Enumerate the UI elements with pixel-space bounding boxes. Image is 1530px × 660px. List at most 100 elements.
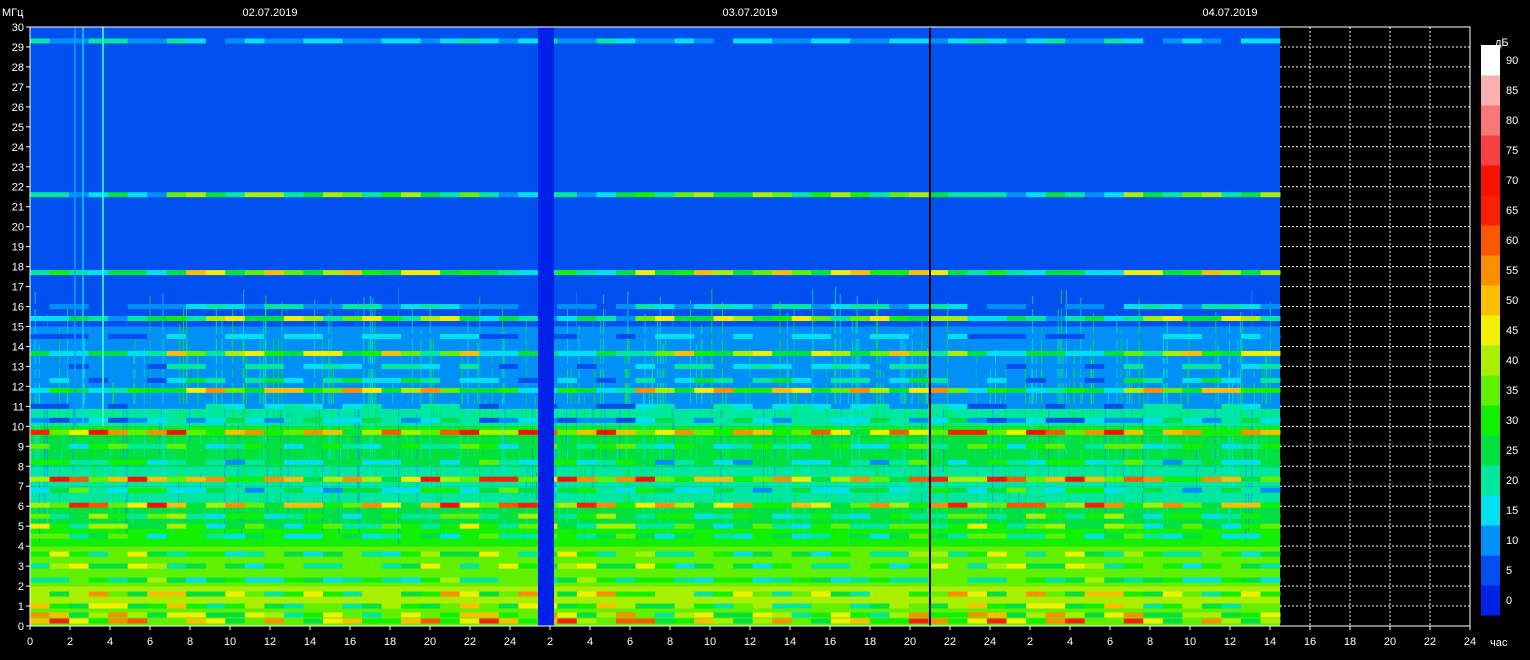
signal-band-segment xyxy=(655,502,676,508)
signal-band-segment xyxy=(889,333,910,339)
signal-band-segment xyxy=(362,591,383,597)
x-tick-label: 20 xyxy=(1384,636,1396,648)
signal-band-segment xyxy=(440,487,461,493)
signal-band-segment xyxy=(1201,417,1222,423)
signal-band-segment xyxy=(49,513,70,519)
signal-band-segment xyxy=(576,591,597,597)
signal-band-segment xyxy=(1162,429,1183,435)
signal-band-segment xyxy=(401,487,422,493)
signal-band-segment xyxy=(108,459,129,465)
signal-band-segment xyxy=(1260,618,1281,624)
signal-band-segment xyxy=(713,350,734,356)
signal-band-segment xyxy=(49,192,70,198)
signal-band-segment xyxy=(1045,533,1066,539)
signal-band-segment xyxy=(967,591,988,597)
signal-band-segment xyxy=(459,603,480,609)
signal-band-segment xyxy=(752,377,773,383)
signal-band-segment xyxy=(49,612,70,618)
signal-band-segment xyxy=(264,417,285,423)
signal-band-segment xyxy=(928,377,949,383)
signal-band-segment xyxy=(381,417,402,423)
signal-band-segment xyxy=(947,38,968,44)
signal-band-segment xyxy=(108,612,129,618)
signal-band-segment xyxy=(752,316,773,322)
signal-band-segment xyxy=(1065,603,1086,609)
signal-band-segment xyxy=(947,403,968,409)
signal-band-segment xyxy=(947,459,968,465)
signal-band-segment xyxy=(225,350,246,356)
signal-band-segment xyxy=(1201,443,1222,449)
signal-band-segment xyxy=(987,591,1008,597)
colorbar-swatch xyxy=(1481,495,1500,526)
signal-band-segment xyxy=(733,38,754,44)
signal-band-segment xyxy=(1123,523,1144,529)
signal-band-segment xyxy=(322,429,343,435)
signal-band-segment xyxy=(205,603,226,609)
signal-band-segment xyxy=(518,551,539,557)
signal-band-segment xyxy=(850,377,871,383)
signal-band-segment xyxy=(342,459,363,465)
signal-band-segment xyxy=(342,591,363,597)
signal-band-segment xyxy=(752,363,773,369)
signal-band-segment xyxy=(733,513,754,519)
signal-band-segment xyxy=(850,38,871,44)
signal-band-segment xyxy=(69,350,90,356)
signal-band-segment xyxy=(362,192,383,198)
signal-band-segment xyxy=(596,443,617,449)
interference-streak xyxy=(1008,465,1010,532)
colorbar-swatch xyxy=(1481,105,1500,136)
signal-band-segment xyxy=(1260,563,1281,569)
signal-band-segment xyxy=(811,513,832,519)
interference-streak xyxy=(459,431,461,478)
signal-band-segment xyxy=(752,270,773,276)
signal-band-segment xyxy=(30,350,51,356)
signal-band-segment xyxy=(733,618,754,624)
signal-band-segment xyxy=(694,387,715,393)
signal-band-segment xyxy=(1045,350,1066,356)
signal-band-segment xyxy=(1123,577,1144,583)
signal-band-segment xyxy=(479,304,500,310)
signal-band-segment xyxy=(459,304,480,310)
date-label: 04.07.2019 xyxy=(1202,7,1257,19)
x-tick-label: 12 xyxy=(264,636,276,648)
interference-streak xyxy=(1091,359,1093,520)
signal-band-segment xyxy=(811,403,832,409)
signal-band-segment xyxy=(303,563,324,569)
signal-band-segment xyxy=(1026,270,1047,276)
signal-band-segment xyxy=(615,429,636,435)
signal-band-segment xyxy=(908,350,929,356)
interference-streak xyxy=(989,367,991,487)
signal-band-segment xyxy=(908,403,929,409)
signal-band-segment xyxy=(576,316,597,322)
signal-band-segment xyxy=(655,333,676,339)
signal-band-segment xyxy=(479,563,500,569)
signal-band-segment xyxy=(1162,350,1183,356)
signal-band-segment xyxy=(88,363,109,369)
signal-band-segment xyxy=(908,192,929,198)
signal-band-segment xyxy=(967,443,988,449)
signal-band-segment xyxy=(205,192,226,198)
signal-band-segment xyxy=(1162,270,1183,276)
signal-band-segment xyxy=(1123,387,1144,393)
signal-band-segment xyxy=(1026,377,1047,383)
signal-band-segment xyxy=(381,429,402,435)
signal-band-segment xyxy=(264,612,285,618)
y-tick-label: 25 xyxy=(12,122,24,134)
signal-band-segment xyxy=(889,350,910,356)
signal-band-segment xyxy=(928,603,949,609)
signal-band-segment xyxy=(889,523,910,529)
interference-streak xyxy=(992,448,994,462)
signal-band-segment xyxy=(772,612,793,618)
signal-band-segment xyxy=(69,459,90,465)
signal-band-segment xyxy=(557,523,578,529)
signal-band-segment xyxy=(225,502,246,508)
signal-band-segment xyxy=(479,577,500,583)
x-tick-label: 16 xyxy=(824,636,836,648)
signal-band-segment xyxy=(1143,333,1164,339)
signal-band-segment xyxy=(850,612,871,618)
signal-band-segment xyxy=(1162,502,1183,508)
signal-band-segment xyxy=(1260,333,1281,339)
signal-band-segment xyxy=(576,612,597,618)
signal-band-segment xyxy=(30,38,51,44)
signal-band-segment xyxy=(733,377,754,383)
